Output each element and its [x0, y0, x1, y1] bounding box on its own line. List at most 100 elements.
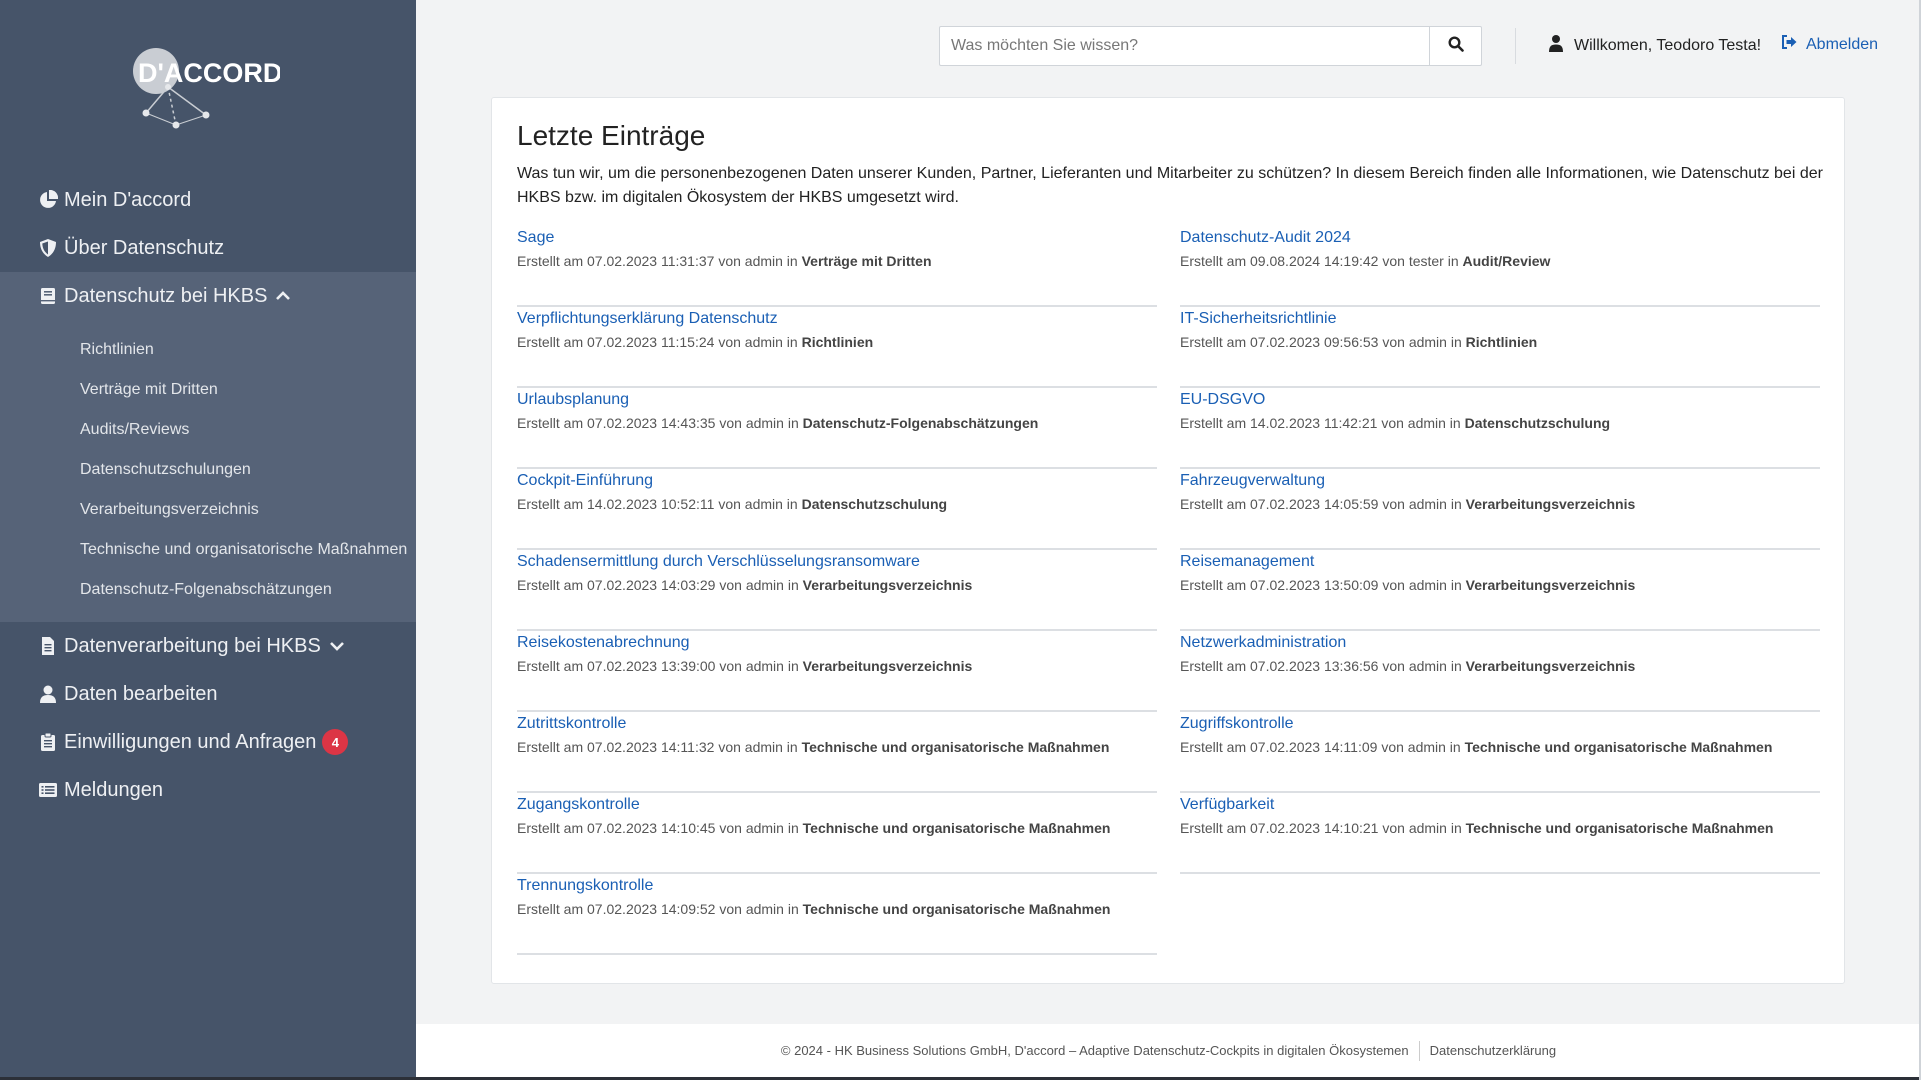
- entry-item: Datenschutz-Audit 2024 Erstellt am 09.08.…: [1180, 226, 1820, 307]
- privacy-link[interactable]: Datenschutzerklärung: [1430, 1043, 1556, 1058]
- entry-meta-text: Erstellt am 07.02.2023 09:56:53 von admi…: [1180, 334, 1462, 350]
- entry-title-link[interactable]: Fahrzeugverwaltung: [1180, 472, 1325, 490]
- top-bar: Willkomen, Teodoro Testa! Abmelden: [416, 0, 1921, 90]
- entries-right-column: Datenschutz-Audit 2024 Erstellt am 09.08.…: [1180, 226, 1820, 874]
- submenu-item-audits[interactable]: Audits/Reviews: [0, 410, 416, 450]
- entry-meta: Erstellt am 14.02.2023 11:42:21 von admi…: [1180, 415, 1820, 431]
- intro-text: Was tun wir, um die personenbezogenen Da…: [517, 165, 1823, 206]
- search-input[interactable]: [940, 27, 1429, 65]
- entry-meta-text: Erstellt am 07.02.2023 11:31:37 von admi…: [517, 253, 798, 269]
- entry-meta-text: Erstellt am 09.08.2024 14:19:42 von test…: [1180, 253, 1459, 269]
- submenu-item-schulungen[interactable]: Datenschutzschulungen: [0, 450, 416, 490]
- entry-item: IT-Sicherheitsrichtlinie Erstellt am 07.0…: [1180, 307, 1820, 388]
- nav-meldungen[interactable]: Meldungen: [0, 766, 416, 814]
- submenu-item-tom[interactable]: Technische und organisatorische Maßnahme…: [0, 530, 416, 570]
- nav-datenschutz-bei-hkbs[interactable]: Datenschutz bei HKBS: [0, 272, 416, 320]
- entry-item: Trennungskontrolle Erstellt am 07.02.2023…: [517, 874, 1157, 955]
- sign-out-icon: [1781, 34, 1806, 55]
- entry-title-link[interactable]: Trennungskontrolle: [517, 877, 653, 895]
- submenu-item-folgenabschaetzungen[interactable]: Datenschutz-Folgenabschätzungen: [0, 570, 416, 610]
- entry-title-link[interactable]: Reisemanagement: [1180, 553, 1314, 571]
- entry-item: Reisekostenabrechnung Erstellt am 07.02.2…: [517, 631, 1157, 712]
- entry-title-link[interactable]: Verpflichtungserklärung Datenschutz: [517, 310, 778, 328]
- entry-title-link[interactable]: Urlaubsplanung: [517, 391, 629, 409]
- search-icon: [1447, 35, 1464, 57]
- entry-category: Technische und organisatorische Maßnahme…: [1464, 739, 1773, 755]
- entry-item: Netzwerkadministration Erstellt am 07.02.…: [1180, 631, 1820, 712]
- entry-category: Verarbeitungsverzeichnis: [802, 577, 973, 593]
- entry-item: Reisemanagement Erstellt am 07.02.2023 13…: [1180, 550, 1820, 631]
- entry-title-link[interactable]: Datenschutz-Audit 2024: [1180, 229, 1351, 247]
- chevron-up-icon: [275, 288, 291, 304]
- entry-category: Verarbeitungsverzeichnis: [1465, 577, 1636, 593]
- nav-einwilligungen[interactable]: Einwilligungen und Anfragen 4: [0, 718, 416, 766]
- search-button[interactable]: [1429, 27, 1481, 65]
- entry-meta: Erstellt am 07.02.2023 13:39:00 von admi…: [517, 658, 1157, 674]
- entry-meta-text: Erstellt am 07.02.2023 14:11:09 von admi…: [1180, 739, 1461, 755]
- entry-category: Technische und organisatorische Maßnahme…: [802, 820, 1111, 836]
- entry-title-link[interactable]: Reisekostenabrechnung: [517, 634, 690, 652]
- shield-icon: [38, 238, 58, 258]
- entry-meta-text: Erstellt am 07.02.2023 14:09:52 von admi…: [517, 901, 799, 917]
- entry-item: EU-DSGVO Erstellt am 14.02.2023 11:42:21 …: [1180, 388, 1820, 469]
- welcome-message: Willkomen, Teodoro Testa!: [1548, 34, 1761, 57]
- entry-category: Verträge mit Dritten: [801, 253, 932, 269]
- entry-item: Cockpit-Einführung Erstellt am 14.02.2023…: [517, 469, 1157, 550]
- pie-chart-icon: [38, 190, 58, 210]
- nav-label: Datenverarbeitung bei HKBS: [64, 634, 321, 657]
- footer-divider: [1418, 1040, 1420, 1061]
- entry-title-link[interactable]: IT-Sicherheitsrichtlinie: [1180, 310, 1337, 328]
- entry-title-link[interactable]: Sage: [517, 229, 554, 247]
- list-icon: [38, 780, 58, 800]
- logo-text: D'ACCORD: [138, 58, 280, 88]
- entry-item: Zugriffskontrolle Erstellt am 07.02.2023 …: [1180, 712, 1820, 793]
- entry-title-link[interactable]: Zugangskontrolle: [517, 796, 640, 814]
- entry-category: Datenschutzschulung: [1464, 415, 1611, 431]
- submenu-datenschutz: Richtlinien Verträge mit Dritten Audits/…: [0, 320, 416, 622]
- entry-meta: Erstellt am 07.02.2023 13:50:09 von admi…: [1180, 577, 1820, 593]
- entry-category: Technische und organisatorische Maßnahme…: [1465, 820, 1774, 836]
- notification-badge: 4: [322, 729, 349, 755]
- entry-meta-text: Erstellt am 07.02.2023 14:03:29 von admi…: [517, 577, 799, 593]
- logout-link[interactable]: Abmelden: [1781, 34, 1878, 55]
- entry-title-link[interactable]: Netzwerkadministration: [1180, 634, 1346, 652]
- entry-meta: Erstellt am 07.02.2023 13:36:56 von admi…: [1180, 658, 1820, 674]
- entry-title-link[interactable]: Cockpit-Einführung: [517, 472, 653, 490]
- entry-category: Audit/Review: [1462, 253, 1551, 269]
- nav-mein-daccord[interactable]: Mein D'accord: [0, 176, 416, 224]
- entry-meta-text: Erstellt am 07.02.2023 13:36:56 von admi…: [1180, 658, 1462, 674]
- entry-title-link[interactable]: Zutrittskontrolle: [517, 715, 626, 733]
- entry-title-link[interactable]: Zugriffskontrolle: [1180, 715, 1294, 733]
- entry-item: Fahrzeugverwaltung Erstellt am 07.02.2023…: [1180, 469, 1820, 550]
- entry-title-link[interactable]: Schadensermittlung durch Verschlüsselung…: [517, 553, 920, 571]
- nav-datenverarbeitung[interactable]: Datenverarbeitung bei HKBS: [0, 622, 416, 670]
- entry-meta-text: Erstellt am 07.02.2023 11:15:24 von admi…: [517, 334, 798, 350]
- entry-title-link[interactable]: EU-DSGVO: [1180, 391, 1265, 409]
- entry-item: Zugangskontrolle Erstellt am 07.02.2023 1…: [517, 793, 1157, 874]
- nav-label: Meldungen: [64, 778, 163, 801]
- daccord-logo[interactable]: D'ACCORD: [130, 45, 282, 135]
- entry-item: Sage Erstellt am 07.02.2023 11:31:37 von …: [517, 226, 1157, 307]
- recent-entries-card: Letzte Einträge Was tun wir, um die pers…: [491, 97, 1845, 984]
- entry-meta: Erstellt am 07.02.2023 14:09:52 von admi…: [517, 901, 1157, 917]
- entry-meta: Erstellt am 07.02.2023 11:15:24 von admi…: [517, 334, 1157, 350]
- entry-category: Verarbeitungsverzeichnis: [1465, 496, 1636, 512]
- entry-meta: Erstellt am 07.02.2023 14:11:32 von admi…: [517, 739, 1157, 755]
- entry-meta: Erstellt am 07.02.2023 09:56:53 von admi…: [1180, 334, 1820, 350]
- entry-meta: Erstellt am 07.02.2023 14:05:59 von admi…: [1180, 496, 1820, 512]
- entry-category: Datenschutz-Folgenabschätzungen: [802, 415, 1039, 431]
- submenu-item-verarbeitungsverzeichnis[interactable]: Verarbeitungsverzeichnis: [0, 490, 416, 530]
- main-nav: Mein D'accord Über Datenschutz Datenschu…: [0, 176, 416, 814]
- submenu-item-vertraege[interactable]: Verträge mit Dritten: [0, 370, 416, 410]
- nav-daten-bearbeiten[interactable]: Daten bearbeiten: [0, 670, 416, 718]
- sidebar: D'ACCORD Mein D'accord Über Datenschutz …: [0, 0, 416, 1080]
- entry-item: Schadensermittlung durch Verschlüsselung…: [517, 550, 1157, 631]
- submenu-item-richtlinien[interactable]: Richtlinien: [0, 330, 416, 370]
- entry-meta-text: Erstellt am 07.02.2023 14:11:32 von admi…: [517, 739, 798, 755]
- nav-group-datenschutz: Datenschutz bei HKBS Richtlinien Verträg…: [0, 272, 416, 622]
- entry-meta-text: Erstellt am 07.02.2023 13:39:00 von admi…: [517, 658, 799, 674]
- file-icon: [38, 636, 58, 656]
- entry-title-link[interactable]: Verfügbarkeit: [1180, 796, 1274, 814]
- nav-ueber-datenschutz[interactable]: Über Datenschutz: [0, 224, 416, 272]
- entry-meta: Erstellt am 07.02.2023 14:10:21 von admi…: [1180, 820, 1820, 836]
